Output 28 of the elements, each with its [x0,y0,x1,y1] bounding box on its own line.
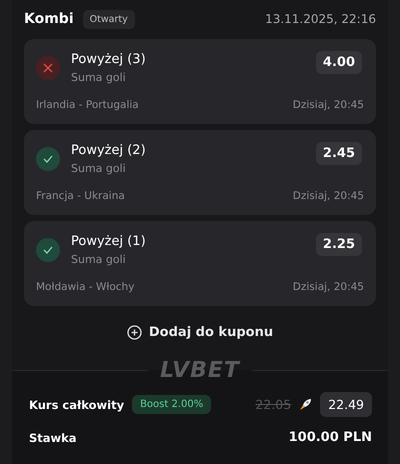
boost-badge: Boost 2.00% [132,395,212,414]
match-name: Mołdawia - Włochy [36,281,134,293]
odds-value: 2.25 [316,233,362,256]
brand-logo: LVBET [159,358,242,382]
total-odds-label: Kurs całkowity [29,398,124,412]
old-odds: 22.05 [255,397,292,412]
match-name: Irlandia - Portugalia [36,99,139,111]
status-badge: Otwarty [82,10,135,28]
bet-type-title: Kombi [24,11,74,27]
match-time: Dzisiaj, 20:45 [292,99,364,111]
match-time: Dzisiaj, 20:45 [292,190,364,202]
add-to-coupon-button[interactable]: Dodaj do kuponu [122,321,278,344]
total-odds-value: 22.49 [320,392,372,417]
stake-value: 100.00 PLN [288,430,372,445]
selection-name: Powyżej (3) [71,51,147,69]
selection-name: Powyżej (2) [71,142,147,160]
rocket-icon [299,398,312,411]
odds-value: 2.45 [316,142,362,165]
bet-date: 13.11.2025, 22:16 [265,12,376,26]
market-name: Suma goli [71,161,127,176]
match-time: Dzisiaj, 20:45 [292,281,364,293]
market-name: Suma goli [71,70,127,85]
plus-icon [126,325,142,340]
stake-label: Stawka [29,430,77,444]
selection-name: Powyżej (1) [71,233,147,251]
market-name: Suma goli [71,252,127,267]
odds-value: 4.00 [316,51,362,74]
match-name: Francja - Ukraina [36,190,125,202]
